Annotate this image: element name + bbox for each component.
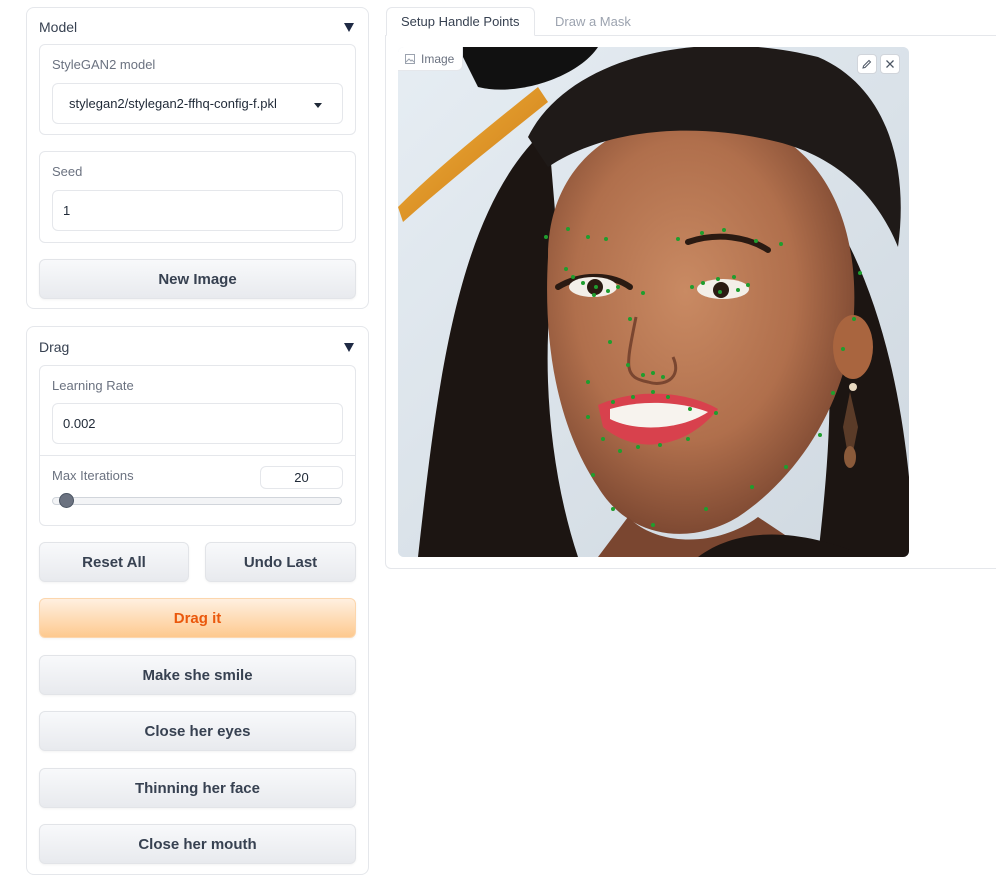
make-smile-button[interactable]: Make she smile: [39, 655, 356, 695]
handle-point: [690, 285, 694, 289]
handle-point: [611, 400, 615, 404]
model-select-value: stylegan2/stylegan2-ffhq-config-f.pkl: [69, 96, 277, 111]
params-divider: [40, 455, 355, 456]
new-image-button[interactable]: New Image: [39, 259, 356, 299]
model-panel-header[interactable]: Model: [39, 19, 356, 35]
handle-point: [594, 285, 598, 289]
max-iterations-slider-track[interactable]: [52, 497, 342, 505]
seed-input[interactable]: 1: [52, 190, 343, 231]
handle-point: [591, 473, 595, 477]
handle-point: [641, 373, 645, 377]
max-iterations-number[interactable]: 20: [260, 466, 343, 489]
model-select-label: StyleGAN2 model: [52, 57, 156, 72]
handle-point: [586, 235, 590, 239]
learning-rate-label: Learning Rate: [52, 378, 134, 393]
handle-point: [779, 242, 783, 246]
handle-point: [611, 507, 615, 511]
image-icon: [405, 53, 415, 64]
handle-point: [722, 228, 726, 232]
handle-point: [754, 239, 758, 243]
image-label-tag: Image: [398, 47, 464, 71]
reset-all-button[interactable]: Reset All: [39, 542, 189, 582]
handle-point: [592, 293, 596, 297]
handle-point: [784, 465, 788, 469]
drag-panel-header[interactable]: Drag: [39, 339, 356, 355]
handle-point: [716, 277, 720, 281]
collapse-caret-icon[interactable]: [344, 342, 354, 352]
handle-point: [818, 433, 822, 437]
model-panel-title: Model: [39, 19, 78, 35]
handle-point: [661, 375, 665, 379]
handle-point: [606, 289, 610, 293]
handle-point: [631, 395, 635, 399]
handle-point: [841, 347, 845, 351]
handle-point: [636, 445, 640, 449]
handle-point: [571, 275, 575, 279]
handle-point: [688, 407, 692, 411]
handle-point: [581, 281, 585, 285]
handle-point: [704, 507, 708, 511]
drag-panel-title: Drag: [39, 339, 70, 355]
tab-draw-a-mask[interactable]: Draw a Mask: [541, 7, 645, 36]
handle-point: [604, 237, 608, 241]
learning-rate-input[interactable]: 0.002: [52, 403, 343, 444]
image-label-text: Image: [421, 51, 455, 66]
handle-point: [736, 288, 740, 292]
handle-point: [608, 340, 612, 344]
handle-point: [852, 317, 856, 321]
image-canvas[interactable]: Image: [398, 47, 909, 557]
handle-point: [676, 237, 680, 241]
handle-point: [626, 363, 630, 367]
handle-point: [701, 281, 705, 285]
thinning-face-button[interactable]: Thinning her face: [39, 768, 356, 808]
handle-point: [858, 271, 862, 275]
handle-point: [732, 275, 736, 279]
handle-point: [618, 449, 622, 453]
seed-label: Seed: [52, 164, 83, 179]
close-mouth-button[interactable]: Close her mouth: [39, 824, 356, 864]
handle-point: [686, 437, 690, 441]
handle-point: [544, 235, 548, 239]
handle-point: [658, 443, 662, 447]
close-eyes-button[interactable]: Close her eyes: [39, 711, 356, 751]
tab-setup-handle-points[interactable]: Setup Handle Points: [386, 7, 535, 36]
chevron-down-icon: [314, 103, 322, 108]
handle-point: [651, 390, 655, 394]
portrait-image: [398, 47, 909, 557]
handle-point: [746, 283, 750, 287]
handle-point: [586, 415, 590, 419]
handle-point: [831, 391, 835, 395]
undo-last-button[interactable]: Undo Last: [205, 542, 356, 582]
handle-point: [651, 371, 655, 375]
handle-point: [700, 231, 704, 235]
close-icon[interactable]: [880, 54, 900, 74]
handle-point: [651, 523, 655, 527]
drag-it-button[interactable]: Drag it: [39, 598, 356, 638]
handle-point: [601, 437, 605, 441]
handle-point: [666, 395, 670, 399]
collapse-caret-icon[interactable]: [344, 22, 354, 32]
handle-point: [616, 285, 620, 289]
pencil-icon[interactable]: [857, 54, 877, 74]
max-iterations-slider-thumb[interactable]: [58, 493, 74, 508]
handle-point: [718, 290, 722, 294]
handle-point: [586, 380, 590, 384]
handle-point: [566, 227, 570, 231]
handle-point: [628, 317, 632, 321]
handle-point: [641, 291, 645, 295]
handle-point: [714, 411, 718, 415]
handle-point: [750, 485, 754, 489]
model-select-dropdown[interactable]: stylegan2/stylegan2-ffhq-config-f.pkl: [52, 83, 343, 124]
handle-point: [564, 267, 568, 271]
max-iterations-label: Max Iterations: [52, 468, 134, 483]
